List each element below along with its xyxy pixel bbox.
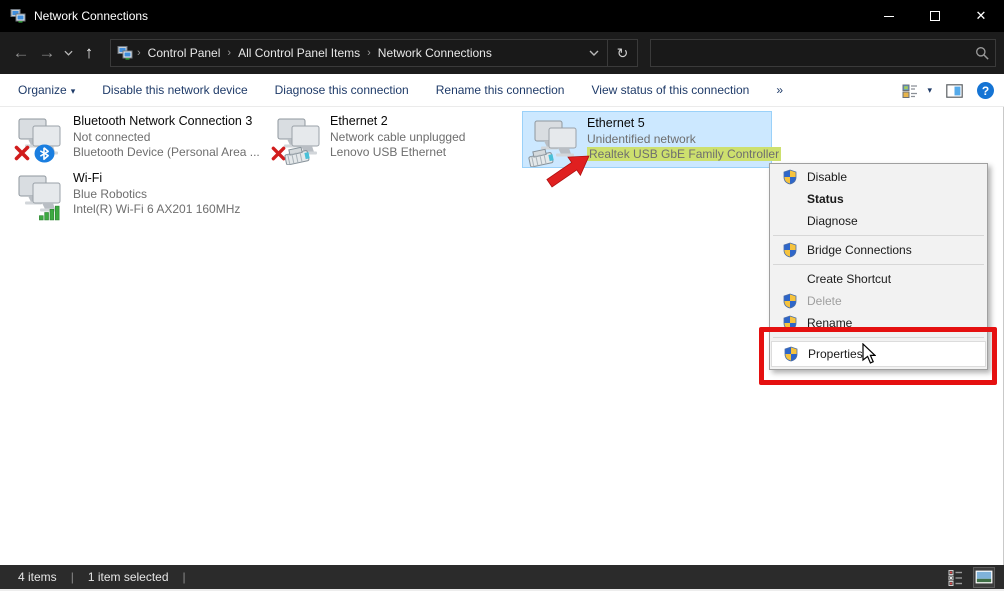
search-icon	[969, 46, 995, 61]
menu-separator	[773, 235, 984, 236]
breadcrumb-control-panel[interactable]: Control Panel	[141, 46, 228, 60]
statusbar-separator: |	[183, 570, 186, 584]
preview-pane-icon[interactable]	[946, 84, 963, 98]
disable-device-command[interactable]: Disable this network device	[102, 83, 247, 97]
address-dropdown-button[interactable]	[581, 40, 607, 66]
view-status-command[interactable]: View status of this connection	[591, 83, 749, 97]
status-bar: 4 items | 1 item selected |	[0, 565, 1004, 589]
connection-ethernet2[interactable]: Ethernet 2 Network cable unplugged Lenov…	[271, 114, 465, 165]
uac-shield-icon	[782, 169, 798, 185]
red-rectangle-annotation	[759, 327, 997, 385]
connection-status: Blue Robotics	[73, 187, 240, 203]
connection-device: Lenovo USB Ethernet	[330, 145, 465, 161]
connection-name: Bluetooth Network Connection 3	[73, 114, 260, 130]
refresh-button[interactable]: ↻	[607, 40, 637, 66]
bluetooth-adapter-icon	[14, 115, 66, 165]
connection-device: Intel(R) Wi-Fi 6 AX201 160MHz	[73, 202, 240, 218]
view-tiles-icon	[902, 83, 918, 99]
diagnose-connection-command[interactable]: Diagnose this connection	[275, 83, 409, 97]
toolbar-right-icons: ▾ ?	[902, 74, 994, 107]
address-box[interactable]: › Control Panel › All Control Panel Item…	[110, 39, 638, 67]
caption-buttons: ✕	[866, 0, 1004, 32]
connection-text: Ethernet 5 Unidentified network Realtek …	[587, 116, 781, 163]
menu-item-diagnose[interactable]: Diagnose	[771, 210, 986, 232]
menu-item-bridge-connections[interactable]: Bridge Connections	[771, 239, 986, 261]
breadcrumb-all-control-panel-items[interactable]: All Control Panel Items	[231, 46, 367, 60]
connection-device-highlighted: Realtek USB GbE Family Controller	[587, 147, 781, 161]
connection-text: Wi-Fi Blue Robotics Intel(R) Wi-Fi 6 AX2…	[73, 171, 240, 222]
location-icon	[117, 45, 133, 61]
breadcrumb-network-connections[interactable]: Network Connections	[371, 46, 499, 60]
details-view-button[interactable]	[946, 568, 966, 587]
statusbar-separator: |	[71, 570, 74, 584]
disconnected-x-icon	[273, 148, 283, 158]
uac-shield-icon	[782, 242, 798, 258]
menu-item-create-shortcut[interactable]: Create Shortcut	[771, 268, 986, 290]
forward-button[interactable]: →	[34, 43, 60, 63]
maximize-icon	[930, 11, 940, 21]
mouse-cursor	[862, 343, 876, 364]
maximize-button[interactable]	[912, 0, 958, 32]
titlebar: Network Connections ✕	[0, 0, 1004, 32]
minimize-button[interactable]	[866, 0, 912, 32]
command-bar: Organize▾ Disable this network device Di…	[0, 74, 1004, 107]
menu-item-disable[interactable]: Disable	[771, 166, 986, 188]
minimize-icon	[884, 16, 894, 17]
selection-count: 1 item selected	[88, 570, 169, 584]
address-bar: ← → ↑ › Control Panel › All Control Pane…	[0, 32, 1004, 74]
app-icon	[10, 8, 26, 24]
ethernet-adapter-icon	[271, 115, 323, 165]
menu-item-delete: Delete	[771, 290, 986, 312]
close-icon: ✕	[976, 8, 987, 24]
connection-bluetooth[interactable]: Bluetooth Network Connection 3 Not conne…	[14, 114, 260, 165]
recent-locations-button[interactable]	[60, 50, 76, 56]
connection-name: Wi-Fi	[73, 171, 240, 187]
connection-wifi[interactable]: Wi-Fi Blue Robotics Intel(R) Wi-Fi 6 AX2…	[14, 171, 240, 222]
menu-item-status[interactable]: Status	[771, 188, 986, 210]
connection-text: Bluetooth Network Connection 3 Not conne…	[73, 114, 260, 165]
window-title: Network Connections	[34, 9, 866, 23]
uac-shield-icon	[782, 293, 798, 309]
up-button[interactable]: ↑	[76, 43, 102, 63]
close-button[interactable]: ✕	[958, 0, 1004, 32]
red-arrow-annotation	[534, 150, 594, 195]
rename-connection-command[interactable]: Rename this connection	[436, 83, 565, 97]
connection-device: Bluetooth Device (Personal Area ...	[73, 145, 260, 161]
connections-list: Bluetooth Network Connection 3 Not conne…	[0, 107, 1004, 565]
menu-separator	[773, 264, 984, 265]
disconnected-x-icon	[17, 148, 28, 159]
connection-name: Ethernet 2	[330, 114, 465, 130]
help-button[interactable]: ?	[977, 82, 994, 99]
connection-status: Network cable unplugged	[330, 130, 465, 146]
connection-status: Unidentified network	[587, 132, 781, 148]
organize-button[interactable]: Organize▾	[18, 83, 75, 97]
network-connections-window: Network Connections ✕ ← → ↑ › Control Pa…	[0, 0, 1004, 591]
statusbar-view-toggles	[946, 568, 994, 587]
search-input[interactable]	[651, 46, 969, 60]
bluetooth-badge-icon	[35, 144, 55, 162]
organize-caret-icon: ▾	[71, 86, 76, 96]
view-caret-icon: ▾	[927, 85, 932, 96]
wifi-adapter-icon	[14, 172, 66, 222]
more-commands-button[interactable]: »	[776, 83, 783, 97]
connection-name: Ethernet 5	[587, 116, 781, 132]
back-button[interactable]: ←	[8, 43, 34, 63]
search-box[interactable]	[650, 39, 996, 67]
connection-status: Not connected	[73, 130, 260, 146]
change-view-button[interactable]: ▾	[902, 83, 932, 99]
connection-text: Ethernet 2 Network cable unplugged Lenov…	[330, 114, 465, 165]
icons-view-button[interactable]	[974, 568, 994, 587]
items-count: 4 items	[18, 570, 57, 584]
